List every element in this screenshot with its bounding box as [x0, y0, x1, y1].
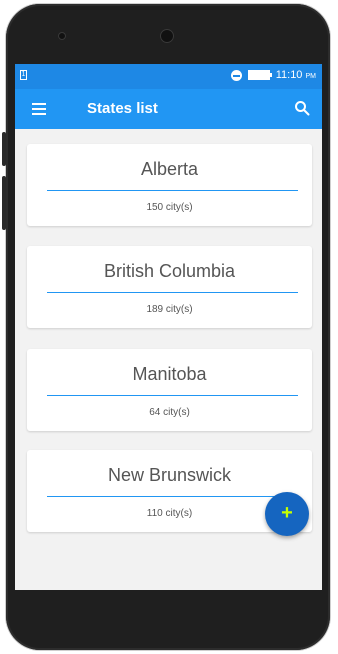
city-count: 189 city(s)	[146, 304, 193, 315]
state-card[interactable]: Alberta 150 city(s)	[27, 144, 312, 226]
volume-button	[2, 176, 6, 230]
front-camera	[160, 29, 174, 43]
power-button	[2, 132, 6, 166]
hamburger-menu-icon[interactable]	[32, 103, 46, 115]
status-time: 11:10 PM	[276, 69, 316, 81]
front-sensor	[58, 32, 66, 40]
state-name: Manitoba	[132, 364, 207, 384]
search-icon[interactable]	[294, 100, 310, 116]
plus-icon: +	[281, 502, 293, 524]
screen: 1 11:10 PM States list Alberta 150 city(…	[15, 64, 322, 590]
state-card[interactable]: British Columbia 189 city(s)	[27, 246, 312, 328]
state-name: New Brunswick	[107, 465, 232, 485]
city-count: 150 city(s)	[146, 202, 193, 213]
status-time-value: 11:10	[275, 69, 303, 81]
page-title: States list	[87, 100, 158, 117]
state-name: British Columbia	[103, 261, 236, 281]
city-count: 64 city(s)	[149, 407, 190, 418]
sim-icon: 1	[20, 70, 27, 80]
card-divider	[47, 395, 298, 396]
card-divider	[47, 190, 298, 191]
add-state-button[interactable]: +	[265, 492, 309, 536]
phone-frame: 1 11:10 PM States list Alberta 150 city(…	[2, 4, 330, 650]
state-name: Alberta	[140, 159, 199, 179]
status-time-ampm: PM	[305, 73, 317, 80]
card-divider	[47, 496, 298, 497]
battery-icon	[247, 70, 272, 80]
state-card[interactable]: Manitoba 64 city(s)	[27, 349, 312, 431]
card-divider	[47, 292, 298, 293]
status-bar: 1 11:10 PM	[15, 64, 322, 89]
app-bar: States list	[15, 89, 322, 129]
do-not-disturb-icon	[230, 69, 242, 81]
